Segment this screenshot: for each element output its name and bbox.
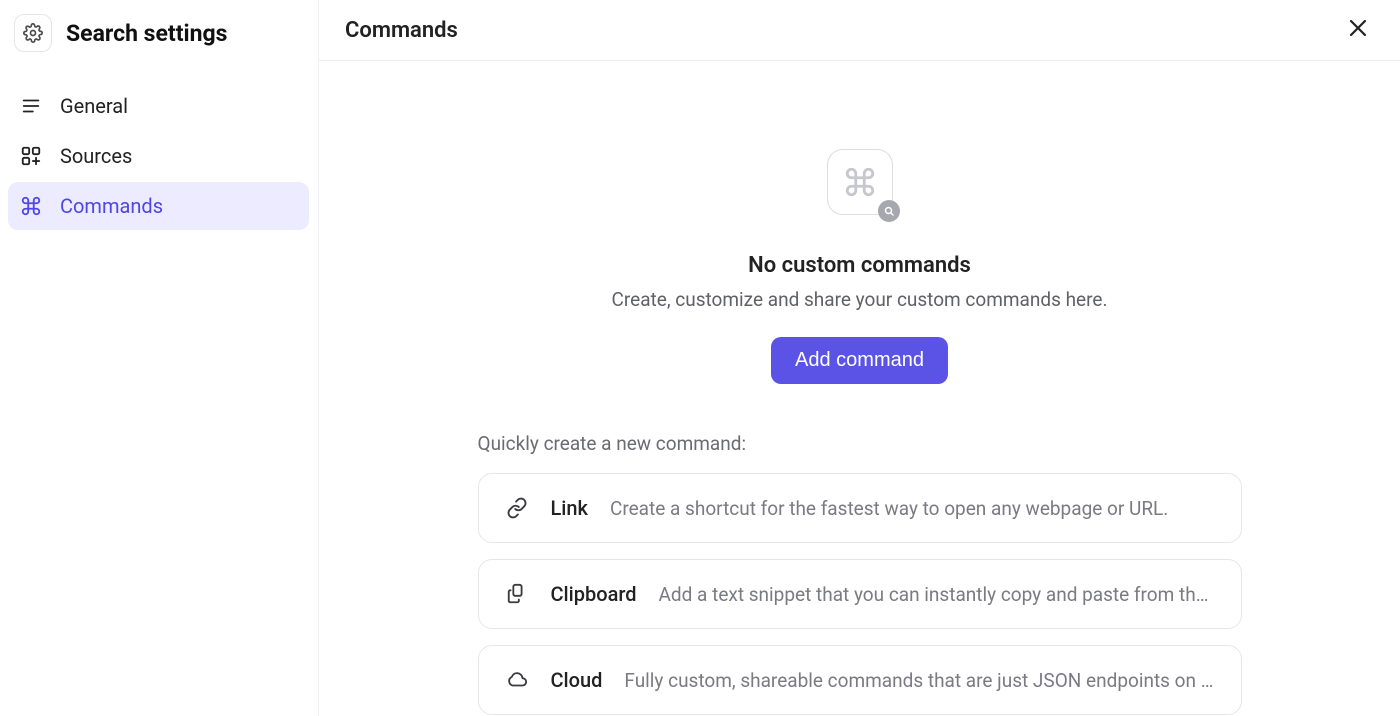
template-description: Add a text snippet that you can instantl… — [659, 583, 1215, 606]
empty-title: No custom commands — [748, 253, 971, 278]
empty-state: No custom commands Create, customize and… — [612, 149, 1108, 384]
menu-lines-icon — [20, 95, 42, 117]
template-name: Link — [551, 496, 588, 520]
sidebar-nav: General Sources Commands — [8, 70, 309, 230]
cloud-icon — [505, 668, 529, 692]
sidebar-item-label: Commands — [60, 194, 163, 218]
search-badge-icon — [878, 200, 900, 222]
sidebar-item-commands[interactable]: Commands — [8, 182, 309, 230]
add-command-button[interactable]: Add command — [771, 337, 948, 384]
command-icon — [827, 149, 893, 215]
sidebar-item-general[interactable]: General — [8, 82, 309, 130]
settings-sidebar: Search settings General Sources — [0, 0, 318, 716]
sidebar-item-sources[interactable]: Sources — [8, 132, 309, 180]
clipboard-icon — [505, 582, 529, 606]
template-name: Cloud — [551, 668, 603, 692]
quick-create-section: Quickly create a new command: Link Creat… — [478, 432, 1242, 716]
quick-create-label: Quickly create a new command: — [478, 432, 1242, 455]
gear-icon[interactable] — [14, 14, 52, 52]
close-button[interactable] — [1342, 14, 1374, 46]
grid-add-icon — [20, 145, 42, 167]
main-panel: Commands No custom commands Create — [318, 0, 1400, 716]
sidebar-header: Search settings — [8, 8, 309, 70]
sidebar-title: Search settings — [66, 20, 227, 47]
command-icon — [20, 195, 42, 217]
template-card-link[interactable]: Link Create a shortcut for the fastest w… — [478, 473, 1242, 543]
link-icon — [505, 496, 529, 520]
close-icon — [1346, 16, 1370, 44]
template-name: Clipboard — [551, 582, 637, 606]
template-card-clipboard[interactable]: Clipboard Add a text snippet that you ca… — [478, 559, 1242, 629]
template-card-cloud[interactable]: Cloud Fully custom, shareable commands t… — [478, 645, 1242, 715]
empty-subtitle: Create, customize and share your custom … — [612, 288, 1108, 311]
sidebar-item-label: General — [60, 94, 128, 118]
template-description: Fully custom, shareable commands that ar… — [624, 669, 1214, 692]
page-title: Commands — [345, 18, 458, 43]
main-header: Commands — [319, 0, 1400, 61]
sidebar-item-label: Sources — [60, 144, 132, 168]
content-area: No custom commands Create, customize and… — [319, 61, 1400, 716]
template-description: Create a shortcut for the fastest way to… — [610, 497, 1215, 520]
